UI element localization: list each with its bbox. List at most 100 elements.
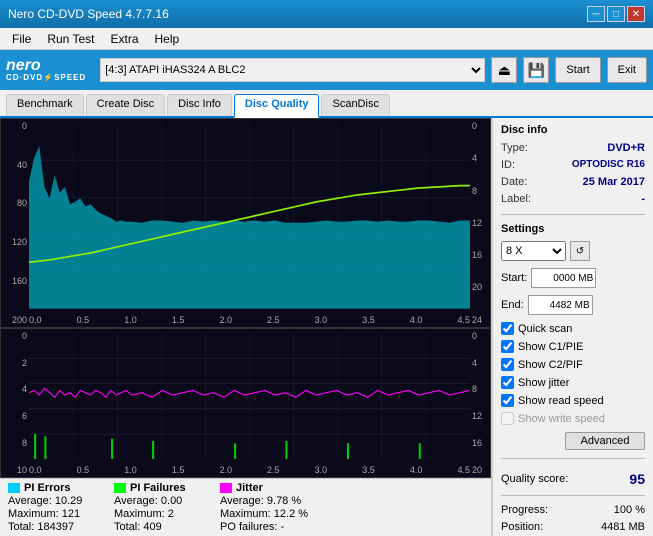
quick-scan-label: Quick scan [518,323,572,335]
jitter-max: Maximum: 12.2 % [220,508,310,520]
menu-bar: File Run Test Extra Help [0,28,653,50]
read-speed-row: Show read speed [501,394,645,407]
read-speed-label: Show read speed [518,395,604,407]
disc-label-row: Label: - [501,193,645,205]
right-panel: Disc info Type: DVD+R ID: OPTODISC R16 D… [491,118,653,536]
chart-bottom-y-left: 10 8 6 4 2 0 [1,329,29,477]
c2-pif-row: Show C2/PIF [501,358,645,371]
chart-top: 200 160 120 80 40 0 24 20 16 12 8 4 0 [0,118,491,328]
disc-label-label: Label: [501,193,531,205]
jitter-label-setting: Show jitter [518,377,569,389]
disc-type-value: DVD+R [607,142,645,154]
tab-benchmark[interactable]: Benchmark [6,94,84,116]
menu-help[interactable]: Help [149,30,186,48]
menu-extra[interactable]: Extra [104,30,144,48]
end-mb-label: End: [501,299,524,311]
close-button[interactable]: ✕ [627,6,645,22]
progress-row: Progress: 100 % [501,504,645,516]
write-speed-checkbox[interactable] [501,412,514,425]
pi-errors-avg: Average: 10.29 [8,495,98,507]
divider-3 [501,495,645,496]
pi-errors-legend: PI Errors Average: 10.29 Maximum: 121 To… [8,482,98,533]
exit-button[interactable]: Exit [607,57,647,83]
divider-1 [501,214,645,215]
disc-id-label: ID: [501,159,515,171]
jitter-po: PO failures: - [220,521,310,533]
tab-bar: Benchmark Create Disc Disc Info Disc Qua… [0,90,653,118]
disc-id-row: ID: OPTODISC R16 [501,159,645,171]
tab-disc-quality[interactable]: Disc Quality [234,94,320,118]
speed-row: 8 X ↺ [501,241,645,261]
start-mb-input[interactable] [531,268,596,288]
menu-runtest[interactable]: Run Test [41,30,100,48]
pi-errors-max: Maximum: 121 [8,508,98,520]
quick-scan-row: Quick scan [501,322,645,335]
write-speed-label: Show write speed [518,413,605,425]
window-title: Nero CD-DVD Speed 4.7.7.16 [8,7,169,21]
jitter-legend: Jitter Average: 9.78 % Maximum: 12.2 % P… [220,482,310,533]
quality-label: Quality score: [501,473,568,485]
quick-scan-checkbox[interactable] [501,322,514,335]
tab-scandisc[interactable]: ScanDisc [321,94,389,116]
position-row: Position: 4481 MB [501,521,645,533]
toolbar: nero CD·DVD⚡SPEED [4:3] ATAPI iHAS324 A … [0,50,653,90]
jitter-checkbox[interactable] [501,376,514,389]
pi-failures-max: Maximum: 2 [114,508,204,520]
maximize-button[interactable]: □ [607,6,625,22]
end-mb-input[interactable] [528,295,593,315]
pi-errors-label: PI Errors [24,482,70,494]
disc-id-value: OPTODISC R16 [572,159,645,171]
pi-failures-avg: Average: 0.00 [114,495,204,507]
window-controls: ─ □ ✕ [587,6,645,22]
jitter-avg: Average: 9.78 % [220,495,310,507]
pi-errors-total: Total: 184397 [8,521,98,533]
chart-bottom-y-right: 20 16 12 8 4 0 [470,329,490,477]
menu-file[interactable]: File [6,30,37,48]
disc-type-row: Type: DVD+R [501,142,645,154]
position-value: 4481 MB [601,521,645,533]
start-button[interactable]: Start [555,57,600,83]
progress-label: Progress: [501,504,548,516]
nero-logo: nero CD·DVD⚡SPEED [6,57,86,83]
pi-failures-legend: PI Failures Average: 0.00 Maximum: 2 Tot… [114,482,204,533]
disc-type-label: Type: [501,142,528,154]
divider-2 [501,458,645,459]
pi-failures-color [114,483,126,493]
c1-pie-checkbox[interactable] [501,340,514,353]
chart-bottom-svg [29,333,470,459]
advanced-button[interactable]: Advanced [565,432,645,450]
c2-pif-label: Show C2/PIF [518,359,583,371]
position-label: Position: [501,521,543,533]
write-speed-row: Show write speed [501,412,645,425]
disc-info-title: Disc info [501,124,645,136]
disc-date-row: Date: 25 Mar 2017 [501,176,645,188]
start-mb-row: Start: [501,268,645,288]
jitter-label: Jitter [236,482,263,494]
disc-label-value: - [641,193,645,205]
refresh-button[interactable]: ↺ [570,241,590,261]
tab-disc-info[interactable]: Disc Info [167,94,232,116]
chart-top-y-right: 24 20 16 12 8 4 0 [470,119,490,327]
chart-bottom: 10 8 6 4 2 0 20 16 12 8 4 0 [0,328,491,478]
settings-title: Settings [501,223,645,235]
chart-top-svg [29,123,470,309]
main-content: 200 160 120 80 40 0 24 20 16 12 8 4 0 [0,118,653,536]
title-bar: Nero CD-DVD Speed 4.7.7.16 ─ □ ✕ [0,0,653,28]
end-mb-row: End: [501,295,645,315]
jitter-color [220,483,232,493]
c2-pif-checkbox[interactable] [501,358,514,371]
pi-errors-color [8,483,20,493]
chart-top-x-axis: 0.0 0.5 1.0 1.5 2.0 2.5 3.0 3.5 4.0 4.5 [29,315,470,325]
minimize-button[interactable]: ─ [587,6,605,22]
c1-pie-row: Show C1/PIE [501,340,645,353]
disc-date-value: 25 Mar 2017 [583,176,645,188]
speed-select[interactable]: 8 X [501,241,566,261]
legend-area: PI Errors Average: 10.29 Maximum: 121 To… [0,478,491,536]
save-button[interactable]: 💾 [523,57,549,83]
tab-create-disc[interactable]: Create Disc [86,94,165,116]
quality-row: Quality score: 95 [501,471,645,487]
jitter-row: Show jitter [501,376,645,389]
drive-select[interactable]: [4:3] ATAPI iHAS324 A BLC2 [100,58,485,82]
read-speed-checkbox[interactable] [501,394,514,407]
eject-button[interactable]: ⏏ [491,57,517,83]
